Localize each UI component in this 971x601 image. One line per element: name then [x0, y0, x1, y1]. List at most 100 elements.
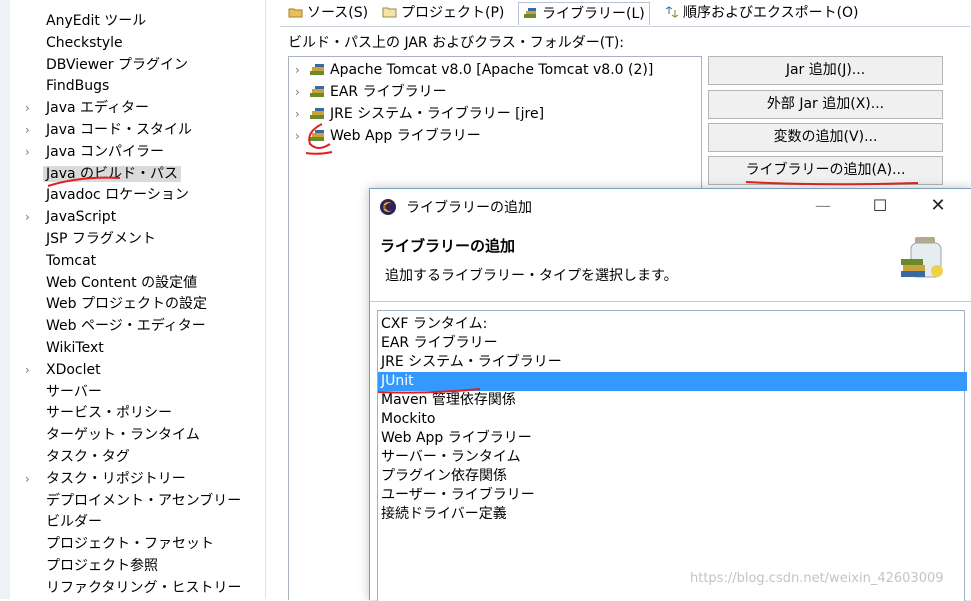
jar-entry[interactable]: › Apache Tomcat v8.0 [Apache Tomcat v8.0 …	[295, 59, 653, 81]
tree-item[interactable]: Web Content の設定値	[25, 272, 200, 294]
tree-item-label: プロジェクト参照	[46, 558, 158, 574]
add-external-jar-button[interactable]: 外部 Jar 追加(X)...	[708, 90, 943, 119]
expand-arrow-icon[interactable]: ›	[25, 141, 43, 163]
tree-item[interactable]: Checkstyle	[25, 32, 126, 54]
expand-arrow-icon[interactable]: ›	[25, 119, 43, 141]
expand-arrow-icon[interactable]: ›	[295, 103, 309, 125]
tree-item-label: ビルダー	[46, 514, 102, 530]
library-type-item[interactable]: CXF ランタイム:	[378, 315, 967, 334]
tree-item[interactable]: プロジェクト・ファセット	[25, 533, 217, 555]
tree-item-label: Web Content の設定値	[46, 275, 198, 291]
jar-entry[interactable]: › EAR ライブラリー	[295, 81, 447, 103]
add-variable-button[interactable]: 変数の追加(V)...	[708, 123, 943, 152]
tree-item[interactable]: FindBugs	[25, 75, 112, 97]
source-folder-icon	[288, 8, 303, 18]
library-type-item[interactable]: ユーザー・ライブラリー	[378, 486, 967, 505]
tree-item[interactable]: サーバー	[25, 381, 105, 403]
tree-item-label: Java エディター	[46, 100, 150, 116]
tree-item[interactable]: JSP フラグメント	[25, 228, 159, 250]
close-icon[interactable]: ✕	[923, 191, 953, 221]
library-jar-banner-icon	[901, 237, 943, 278]
tree-item[interactable]: ターゲット・ランタイム	[25, 424, 203, 446]
tree-item-label: DBViewer プラグイン	[46, 57, 188, 73]
tree-item-label: タスク・リポジトリー	[46, 471, 186, 487]
expand-arrow-icon[interactable]: ›	[25, 206, 43, 228]
library-icon	[310, 64, 324, 75]
tab-order-export[interactable]: 順序およびエクスポート(O)	[660, 2, 863, 24]
jar-entry[interactable]: › Web App ライブラリー	[295, 125, 481, 147]
tree-item-label: XDoclet	[46, 362, 101, 378]
tree-item[interactable]: サービス・ポリシー	[25, 402, 175, 424]
tree-item[interactable]: プロジェクト参照	[25, 555, 161, 577]
library-icon	[310, 130, 324, 141]
library-type-item[interactable]: EAR ライブラリー	[378, 334, 967, 353]
tab-libraries[interactable]: ライブラリー(L)	[518, 2, 650, 25]
tree-item[interactable]: Web プロジェクトの設定	[25, 293, 210, 315]
library-type-item[interactable]: サーバー・ランタイム	[378, 448, 967, 467]
dialog-header-title: ライブラリーの追加	[380, 237, 516, 255]
tree-item[interactable]: リファクタリング・ヒストリー	[25, 577, 244, 599]
tab-source[interactable]: ソース(S)	[284, 2, 372, 24]
tree-item[interactable]: › Java エディター	[25, 97, 152, 119]
dialog-window-title: ライブラリーの追加	[406, 200, 532, 216]
library-type-item[interactable]: 接続ドライバー定義	[378, 505, 967, 524]
library-icon	[524, 8, 536, 18]
library-type-item[interactable]: プラグイン依存関係	[378, 467, 967, 486]
tree-item[interactable]: › Java コンパイラー	[25, 141, 167, 163]
tree-margin	[0, 0, 10, 599]
tree-item[interactable]: デプロイメント・アセンブリー	[25, 490, 244, 512]
tree-item-label: サービス・ポリシー	[46, 405, 172, 421]
add-library-button[interactable]: ライブラリーの追加(A)...	[708, 156, 943, 185]
tree-item-label: Javadoc ロケーション	[46, 187, 189, 203]
tree-item-label: JavaScript	[46, 209, 117, 225]
tree-item[interactable]: › タスク・リポジトリー	[25, 468, 189, 490]
minimize-icon[interactable]: —	[808, 191, 838, 221]
tree-item[interactable]: WikiText	[25, 337, 107, 359]
tree-item-label: FindBugs	[46, 78, 110, 94]
tree-item[interactable]: Javadoc ロケーション	[25, 184, 192, 206]
tree-item[interactable]: › Java コード・スタイル	[25, 119, 195, 141]
tree-item[interactable]: ビルダー	[25, 511, 105, 533]
expand-arrow-icon[interactable]: ›	[25, 468, 43, 490]
tree-item[interactable]: DBViewer プラグイン	[25, 54, 191, 76]
tree-item-label: Web プロジェクトの設定	[46, 296, 207, 312]
expand-arrow-icon[interactable]: ›	[25, 97, 43, 119]
tree-item-label: WikiText	[46, 340, 104, 356]
library-type-item[interactable]: Maven 管理依存関係	[378, 391, 967, 410]
jar-entry[interactable]: › JRE システム・ライブラリー [jre]	[295, 103, 544, 125]
expand-arrow-icon[interactable]: ›	[295, 59, 309, 81]
add-jar-button[interactable]: Jar 追加(J)...	[708, 56, 943, 85]
expand-arrow-icon[interactable]: ›	[25, 359, 43, 381]
tree-item-label: Web ページ・エディター	[46, 318, 206, 334]
properties-tree: AnyEdit ツール Checkstyle DBViewer プラグイン FindB…	[0, 0, 265, 599]
library-type-list[interactable]: CXF ランタイム: EAR ライブラリー JRE システム・ライブラリー JU…	[377, 310, 967, 601]
tree-item[interactable]: タスク・タグ	[25, 446, 133, 468]
library-icon	[310, 108, 324, 119]
tree-item-label: Java コード・スタイル	[46, 122, 193, 138]
tree-item[interactable]: Web ページ・エディター	[25, 315, 209, 337]
library-type-item[interactable]: Mockito	[378, 410, 967, 429]
tree-item[interactable]: › JavaScript	[25, 206, 119, 228]
library-type-item[interactable]: Web App ライブラリー	[378, 429, 967, 448]
add-library-dialog: ライブラリーの追加 — ☐ ✕ ライブラリーの追加 追加するライブラリー・タイプ…	[369, 188, 971, 601]
library-type-item-selected[interactable]: JUnit	[378, 372, 967, 391]
expand-arrow-icon[interactable]: ›	[295, 81, 309, 103]
library-icon	[310, 86, 324, 97]
section-label: ビルド・パス上の JAR およびクラス・フォルダー(T):	[288, 35, 624, 51]
order-export-icon	[665, 6, 679, 18]
dialog-titlebar[interactable]: ライブラリーの追加 — ☐ ✕	[370, 189, 971, 225]
project-icon	[382, 7, 397, 18]
tree-item[interactable]: Java のビルド・パス	[25, 163, 182, 185]
dialog-separator	[370, 301, 971, 302]
expand-arrow-icon[interactable]: ›	[295, 125, 309, 147]
tab-projects[interactable]: プロジェクト(P)	[378, 2, 508, 24]
eclipse-app-icon	[380, 199, 396, 215]
maximize-icon[interactable]: ☐	[865, 191, 895, 221]
tree-item[interactable]: › XDoclet	[25, 359, 104, 381]
dialog-header: ライブラリーの追加 追加するライブラリー・タイプを選択します。	[370, 225, 971, 301]
tree-item-label: プロジェクト・ファセット	[46, 536, 214, 552]
tree-item[interactable]: AnyEdit ツール	[25, 10, 149, 32]
tree-item-label: サーバー	[46, 384, 102, 400]
library-type-item[interactable]: JRE システム・ライブラリー	[378, 353, 967, 372]
tree-item[interactable]: Tomcat	[25, 250, 99, 272]
